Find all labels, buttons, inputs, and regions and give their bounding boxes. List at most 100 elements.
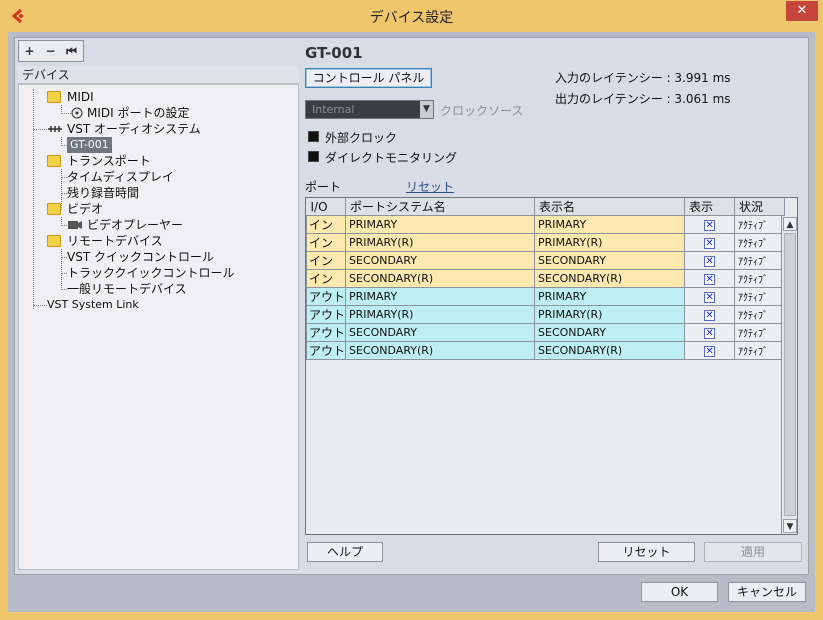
show-checkbox[interactable]: ✕ (704, 238, 716, 249)
folder-icon (47, 91, 61, 103)
tree-item-midi-port-settings[interactable]: MIDI ポートの設定 (87, 105, 190, 121)
folder-icon (47, 235, 61, 247)
tree-item-midi[interactable]: MIDI (67, 89, 94, 105)
system-name-cell: PRIMARY (345, 215, 536, 234)
table-row[interactable]: アウト PRIMARY(R) PRIMARY(R) ✕ ｱｸﾃｨﾌﾞ (305, 305, 786, 324)
input-latency: 入力のレイテンシー : 3.991 ms (555, 71, 731, 85)
show-checkbox[interactable]: ✕ (704, 310, 716, 321)
ports-reset-link[interactable]: リセット (406, 178, 454, 195)
table-row[interactable]: イン PRIMARY PRIMARY ✕ ｱｸﾃｨﾌﾞ (305, 215, 786, 234)
table-row[interactable]: アウト PRIMARY PRIMARY ✕ ｱｸﾃｨﾌﾞ (305, 287, 786, 306)
io-cell: アウト (305, 341, 347, 360)
display-name-cell[interactable]: PRIMARY (534, 215, 686, 234)
show-cell[interactable]: ✕ (684, 251, 736, 270)
system-name-cell: SECONDARY(R) (345, 269, 536, 288)
column-header-show[interactable]: 表示 (684, 198, 736, 216)
io-cell: アウト (305, 323, 347, 342)
show-checkbox[interactable]: ✕ (704, 292, 716, 303)
tree-item-video-player[interactable]: ビデオプレーヤー (87, 217, 183, 233)
status-cell: ｱｸﾃｨﾌﾞ (734, 341, 786, 360)
system-name-cell: PRIMARY(R) (345, 305, 536, 324)
title-bar[interactable]: デバイス設定 ✕ (0, 0, 823, 32)
apply-button[interactable]: 適用 (704, 542, 802, 562)
external-clock-checkbox[interactable] (308, 131, 319, 142)
reset-device-button[interactable]: ⏮ (61, 41, 82, 61)
display-name-cell[interactable]: PRIMARY(R) (534, 305, 686, 324)
scroll-down-icon[interactable]: ▼ (783, 519, 797, 533)
table-row[interactable]: アウト SECONDARY(R) SECONDARY(R) ✕ ｱｸﾃｨﾌﾞ (305, 341, 786, 360)
display-name-cell[interactable]: SECONDARY (534, 323, 686, 342)
scroll-up-icon[interactable]: ▲ (783, 217, 797, 231)
tree-item-video[interactable]: ビデオ (67, 201, 103, 217)
io-cell: アウト (305, 287, 347, 306)
help-button[interactable]: ヘルプ (307, 542, 383, 562)
column-header-system-name[interactable]: ポートシステム名 (345, 198, 536, 216)
tree-item-time-display[interactable]: タイムディスプレイ (67, 169, 174, 185)
show-checkbox[interactable]: ✕ (704, 274, 716, 285)
column-header-io[interactable]: I/O (306, 198, 347, 216)
display-name-cell[interactable]: SECONDARY(R) (534, 341, 686, 360)
status-cell: ｱｸﾃｨﾌﾞ (734, 305, 786, 324)
status-cell: ｱｸﾃｨﾌﾞ (734, 287, 786, 306)
tree-item-track-quick-controls[interactable]: トラッククイックコントロール (67, 265, 235, 281)
system-name-cell: PRIMARY (345, 287, 536, 306)
clock-source-select[interactable]: Internal ▼ (305, 100, 434, 119)
ok-button[interactable]: OK (641, 582, 718, 602)
remove-device-button[interactable]: − (40, 41, 61, 61)
display-name-cell[interactable]: SECONDARY (534, 251, 686, 270)
io-cell: イン (305, 251, 347, 270)
display-name-cell[interactable]: PRIMARY (534, 287, 686, 306)
tree-item-remote-devices[interactable]: リモートデバイス (67, 233, 163, 249)
table-row[interactable]: イン SECONDARY SECONDARY ✕ ｱｸﾃｨﾌﾞ (305, 251, 786, 270)
show-checkbox[interactable]: ✕ (704, 256, 716, 267)
show-checkbox[interactable]: ✕ (704, 328, 716, 339)
control-panel-button[interactable]: コントロール パネル (305, 68, 432, 88)
system-name-cell: SECONDARY (345, 323, 536, 342)
status-cell: ｱｸﾃｨﾌﾞ (734, 323, 786, 342)
system-name-cell: SECONDARY(R) (345, 341, 536, 360)
window-title: デバイス設定 (369, 10, 454, 26)
tree-item-vst-quick-controls[interactable]: VST クイックコントロール (67, 249, 214, 265)
midi-port-icon (71, 107, 83, 119)
tree-item-gt-001[interactable]: GT-001 (67, 137, 112, 153)
chevron-down-icon[interactable]: ▼ (420, 101, 433, 118)
video-player-icon (68, 221, 82, 229)
show-cell[interactable]: ✕ (684, 269, 736, 288)
column-header-status[interactable]: 状況 (734, 198, 786, 216)
show-cell[interactable]: ✕ (684, 215, 736, 234)
system-name-cell: SECONDARY (345, 251, 536, 270)
display-name-cell[interactable]: PRIMARY(R) (534, 233, 686, 252)
show-cell[interactable]: ✕ (684, 305, 736, 324)
io-cell: イン (305, 233, 347, 252)
scroll-thumb[interactable] (784, 233, 796, 516)
table-row[interactable]: アウト SECONDARY SECONDARY ✕ ｱｸﾃｨﾌﾞ (305, 323, 786, 342)
direct-monitoring-checkbox[interactable] (308, 151, 319, 162)
audio-system-icon (48, 126, 62, 132)
display-name-cell[interactable]: SECONDARY(R) (534, 269, 686, 288)
show-cell[interactable]: ✕ (684, 287, 736, 306)
clock-source-value: Internal (312, 103, 355, 116)
tree-item-vst-system-link[interactable]: VST System Link (47, 297, 139, 313)
column-header-display-name[interactable]: 表示名 (534, 198, 686, 216)
tree-item-generic-remote[interactable]: 一般リモートデバイス (67, 281, 187, 297)
table-header-row: I/O ポートシステム名 表示名 表示 状況 (306, 198, 786, 216)
show-checkbox[interactable]: ✕ (704, 220, 716, 231)
table-row[interactable]: イン SECONDARY(R) SECONDARY(R) ✕ ｱｸﾃｨﾌﾞ (305, 269, 786, 288)
clock-source-label: クロックソース (440, 104, 524, 118)
show-cell[interactable]: ✕ (684, 233, 736, 252)
tree-item-remaining-record-time[interactable]: 残り録音時間 (67, 185, 139, 201)
tree-item-vst-audio-system[interactable]: VST オーディオシステム (67, 121, 201, 137)
table-scrollbar[interactable]: ▲ ▼ (781, 216, 797, 534)
show-cell[interactable]: ✕ (684, 323, 736, 342)
io-cell: イン (305, 269, 347, 288)
table-row[interactable]: イン PRIMARY(R) PRIMARY(R) ✕ ｱｸﾃｨﾌﾞ (305, 233, 786, 252)
show-cell[interactable]: ✕ (684, 341, 736, 360)
reset-button[interactable]: リセット (598, 542, 695, 562)
cancel-button[interactable]: キャンセル (728, 582, 806, 602)
add-device-button[interactable]: + (19, 41, 40, 61)
io-cell: アウト (305, 305, 347, 324)
device-name: GT-001 (305, 44, 363, 62)
show-checkbox[interactable]: ✕ (704, 346, 716, 357)
tree-item-transport[interactable]: トランスポート (67, 153, 151, 169)
close-button[interactable]: ✕ (786, 1, 818, 21)
